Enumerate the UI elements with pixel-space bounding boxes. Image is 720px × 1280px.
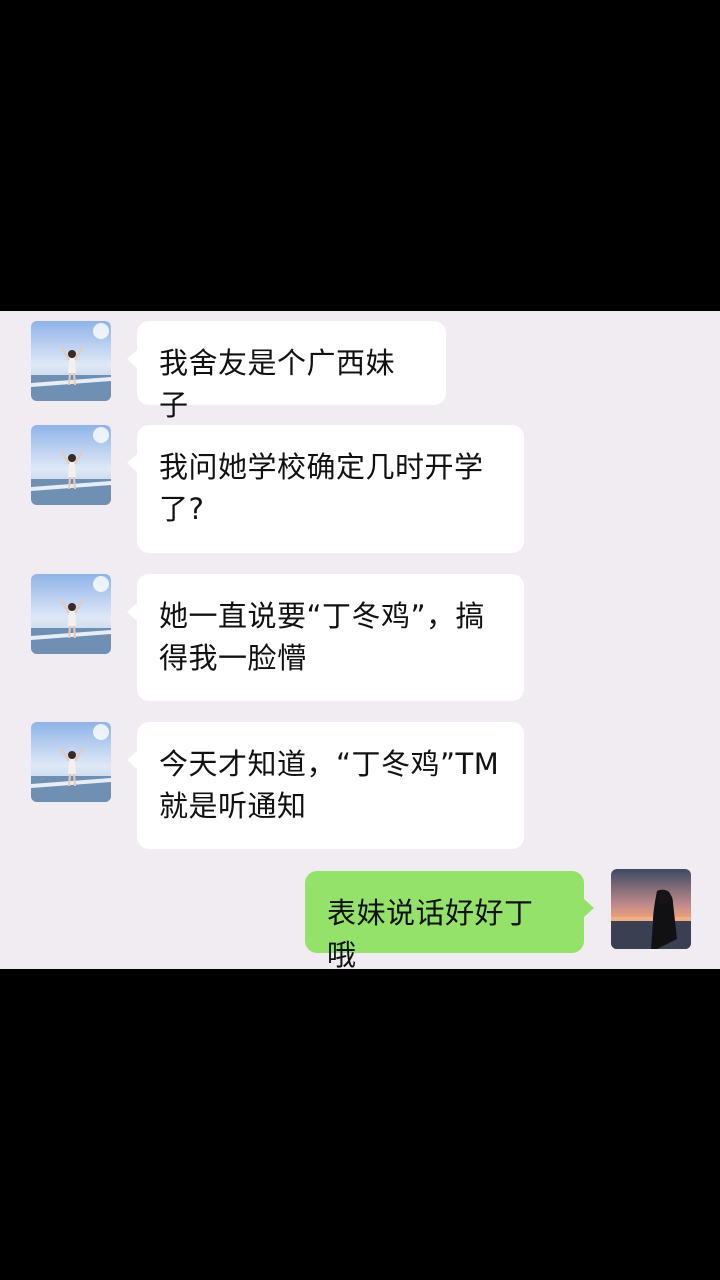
message-bubble-incoming[interactable]: 今天才知道，“丁冬鸡”TM就是听通知 bbox=[137, 722, 524, 849]
bubble-tail bbox=[584, 899, 594, 917]
contact-avatar[interactable] bbox=[31, 425, 111, 505]
contact-avatar-icon bbox=[31, 425, 111, 505]
bubble-tail bbox=[127, 603, 137, 621]
contact-avatar[interactable] bbox=[31, 722, 111, 802]
message-text: 我舍友是个广西妹子 bbox=[159, 346, 396, 422]
contact-avatar[interactable] bbox=[31, 574, 111, 654]
message-text: 表妹说话好好丁哦 bbox=[327, 896, 534, 972]
message-text: 她一直说要“丁冬鸡”，搞得我一脸懵 bbox=[159, 599, 486, 675]
chat-panel: 我舍友是个广西妹子 我问她学校确定几时开学了? 她一直说要“丁冬鸡”，搞得我一脸… bbox=[0, 311, 720, 972]
contact-avatar-icon bbox=[31, 722, 111, 802]
message-text: 今天才知道，“丁冬鸡”TM就是听通知 bbox=[159, 747, 500, 823]
message-bubble-outgoing[interactable]: 表妹说话好好丁哦 bbox=[305, 871, 584, 972]
message-bubble-incoming[interactable]: 我舍友是个广西妹子 bbox=[137, 321, 446, 422]
self-avatar[interactable] bbox=[611, 869, 691, 949]
message-bubble-incoming[interactable]: 她一直说要“丁冬鸡”，搞得我一脸懵 bbox=[137, 574, 524, 701]
contact-avatar[interactable] bbox=[31, 321, 111, 401]
contact-avatar-icon bbox=[31, 574, 111, 654]
bubble-tail bbox=[127, 350, 137, 368]
message-bubble-incoming[interactable]: 我问她学校确定几时开学了? bbox=[137, 425, 524, 553]
self-avatar-icon bbox=[611, 869, 691, 949]
bubble-tail bbox=[127, 454, 137, 472]
contact-avatar-icon bbox=[31, 321, 111, 401]
message-text: 我问她学校确定几时开学了? bbox=[159, 450, 484, 526]
bubble-tail bbox=[127, 751, 137, 769]
